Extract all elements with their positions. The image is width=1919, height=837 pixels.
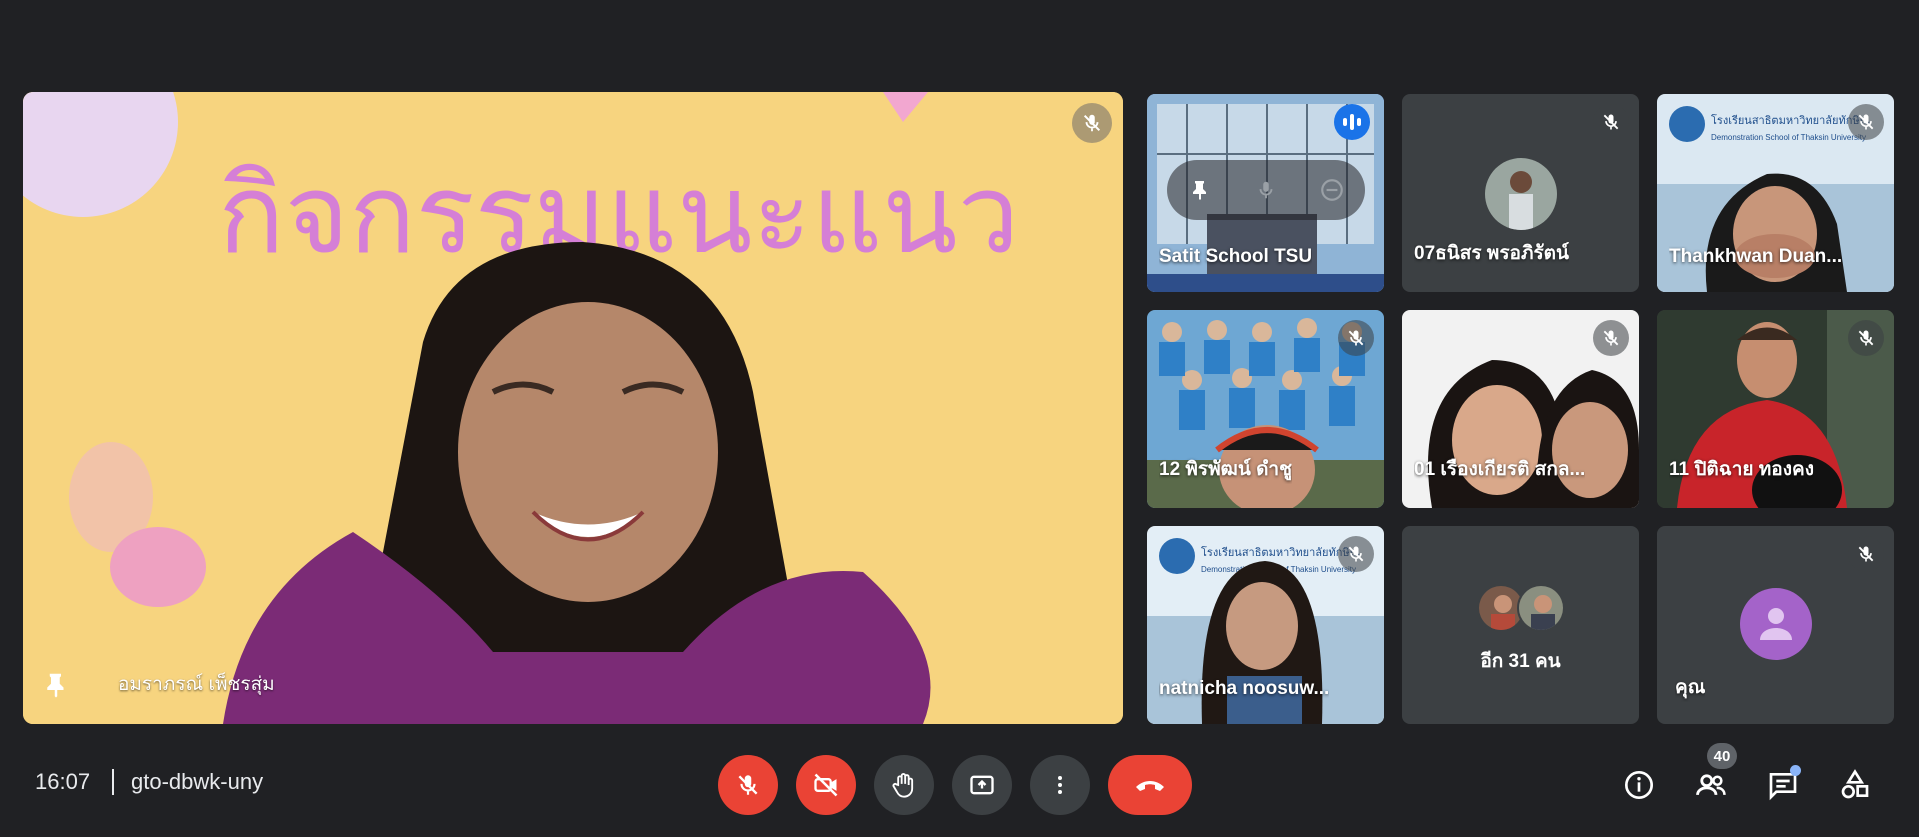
hangup-icon <box>1136 781 1164 791</box>
muted-icon <box>1848 104 1884 140</box>
new-message-indicator <box>1790 765 1801 776</box>
microphone-toggle-button[interactable] <box>718 755 778 815</box>
remove-icon[interactable] <box>1316 174 1348 206</box>
muted-icon <box>1338 536 1374 572</box>
participant-tile-thankhwan[interactable]: โรงเรียนสาธิตมหาวิทยาลัยทักษิณ Demonstra… <box>1657 94 1894 292</box>
bottom-control-bar: 16:07 gto-dbwk-uny 40 <box>0 743 1919 825</box>
main-speaker-tile[interactable]: กิจกรรมแนะแนว อมราภรณ์ เพ็ชรสุ่ม <box>23 92 1123 724</box>
present-screen-button[interactable] <box>952 755 1012 815</box>
present-icon <box>970 775 994 795</box>
camera-toggle-button[interactable] <box>796 755 856 815</box>
participant-name: 11 ปิติฉาย ทองคง <box>1669 459 1814 480</box>
main-muted-icon <box>1072 103 1112 143</box>
participant-tile-ruangkiat[interactable]: 01 เรืองเกียรติ สกล... <box>1402 310 1639 508</box>
hand-icon <box>892 773 914 798</box>
muted-icon <box>1848 536 1884 572</box>
avatar <box>1739 588 1812 660</box>
other-participants-count: อีก 31 คน <box>1480 651 1561 672</box>
participant-tile-tanisorn[interactable]: 07ธนิสร พรอภิรัตน์ <box>1402 94 1639 292</box>
main-speaker-video: กิจกรรมแนะแนว <box>23 92 1123 724</box>
participants-button[interactable]: 40 <box>1687 743 1737 815</box>
participant-name: Satit School TSU <box>1159 246 1313 267</box>
muted-icon <box>1593 320 1629 356</box>
muted-icon <box>1848 320 1884 356</box>
call-controls <box>718 755 1192 815</box>
participant-tile-piraphat[interactable]: 12 พิรพัฒน์ ดำชู <box>1147 310 1384 508</box>
leave-call-button[interactable] <box>1108 755 1192 815</box>
shapes-icon <box>1841 769 1869 799</box>
more-options-button[interactable] <box>1030 755 1090 815</box>
participant-tile-others[interactable]: อีก 31 คน <box>1402 526 1639 724</box>
mic-off-icon <box>738 775 758 795</box>
participants-count-badge: 40 <box>1707 743 1737 769</box>
activities-button[interactable] <box>1831 755 1879 815</box>
side-panel-controls: 40 <box>1615 743 1879 815</box>
current-time: 16:07 <box>35 769 91 794</box>
camera-off-icon <box>814 773 838 797</box>
avatar <box>1516 584 1565 632</box>
tile-hover-controls <box>1167 160 1365 220</box>
participant-name: 12 พิรพัฒน์ ดำชู <box>1159 459 1292 480</box>
participant-name: natnicha noosuw... <box>1159 678 1330 699</box>
participant-tile-natnicha[interactable]: โรงเรียนสาธิตมหาวิทยาลัยทักษิณ Demonstra… <box>1147 526 1384 724</box>
participant-tile-pitichai[interactable]: 11 ปิติฉาย ทองคง <box>1657 310 1894 508</box>
raise-hand-button[interactable] <box>874 755 934 815</box>
info-icon <box>1625 771 1653 799</box>
pin-icon[interactable] <box>41 670 73 702</box>
more-vert-icon <box>1058 776 1062 794</box>
mic-icon[interactable] <box>1250 174 1282 206</box>
banner-text: โรงเรียนสาธิตมหาวิทยาลัยทักษิณ <box>1711 113 1870 127</box>
avatar <box>1484 158 1557 230</box>
main-speaker-name: อมราภรณ์ เพ็ชรสุ่ม <box>118 674 275 695</box>
muted-icon <box>1338 320 1374 356</box>
meeting-details-button[interactable] <box>1615 755 1663 815</box>
banner-subtext: Demonstration School of Thaksin Universi… <box>1711 133 1866 142</box>
meeting-code: gto-dbwk-uny <box>131 769 264 794</box>
participant-name: Thankhwan Duan... <box>1669 246 1843 267</box>
participant-tile-self[interactable]: คุณ <box>1657 526 1894 724</box>
participant-name: 07ธนิสร พรอภิรัตน์ <box>1414 243 1569 264</box>
participant-name: คุณ <box>1675 677 1706 698</box>
chat-button[interactable] <box>1759 755 1807 815</box>
participant-name: 01 เรืองเกียรติ สกล... <box>1414 459 1586 480</box>
banner-text: โรงเรียนสาธิตมหาวิทยาลัยทักษิณ <box>1201 545 1360 559</box>
muted-icon <box>1593 104 1629 140</box>
pin-icon[interactable] <box>1184 174 1216 206</box>
people-icon <box>1696 774 1726 796</box>
participant-tile-satit[interactable]: Satit School TSU <box>1147 94 1384 292</box>
speaking-indicator-icon <box>1334 104 1370 140</box>
other-participants-avatars <box>1476 584 1565 632</box>
divider <box>112 769 114 795</box>
